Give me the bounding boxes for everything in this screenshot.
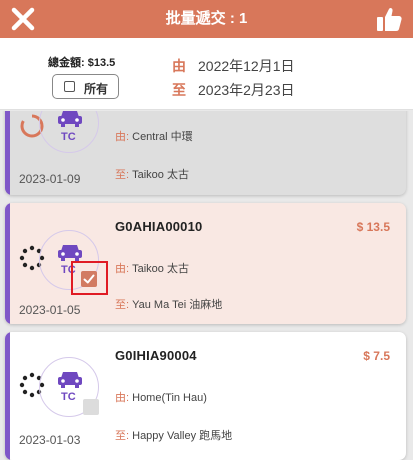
date-from-key: 由 [172,58,186,74]
taxi-icon [58,111,82,127]
taxi-icon [58,372,82,388]
summary-header: 總金額: $13.5 所有 由 2022年12月1日 至 2023年2月23日 [0,38,413,110]
from-key: 由: [115,263,130,275]
date-from: 由 2022年12月1日 [172,56,295,76]
from-line: 由: Home(Tin Hau) [115,389,207,405]
record-amount: $ 7.5 [363,349,390,363]
card-stripe [5,203,10,324]
to-key: 至: [115,430,130,442]
page-title: 批量遞交 : 1 [165,10,248,27]
from-line: 由: Taikoo 太古 [115,260,189,276]
badge-label: TC [61,131,76,143]
record-date: 2023-01-05 [19,303,81,317]
date-to: 至 2023年2月23日 [172,80,295,100]
to-line: 至: Taikoo 太古 [115,166,189,182]
date-from-value: 2022年12月1日 [198,58,295,74]
to-value: Yau Ma Tei 油麻地 [132,299,223,311]
select-all-label: 所有 [84,82,109,96]
from-key: 由: [115,392,130,404]
selection-highlight [71,261,108,295]
from-key: 由: [115,131,130,143]
record-card[interactable]: TC G0IHIA90004 $ 7.5 由: Home(Tin Hau) 至:… [5,332,406,460]
date-to-value: 2023年2月23日 [198,82,295,98]
selection-checkbox[interactable] [83,399,99,415]
top-bar: 批量遞交 : 1 [0,0,413,38]
card-stripe [5,111,10,195]
record-list: TC 由: Central 中環 至: Taikoo 太古 2023-01-09… [0,111,413,460]
from-value: Central 中環 [132,131,193,143]
record-card[interactable]: TC G0AHIA00010 $ 13.5 由: Taikoo 太古 至: Ya… [5,203,406,324]
to-value: Taikoo 太古 [132,169,189,181]
record-card[interactable]: TC 由: Central 中環 至: Taikoo 太古 2023-01-09 [5,111,406,195]
to-key: 至: [115,169,130,181]
to-line: 至: Yau Ma Tei 油麻地 [115,296,222,312]
to-value: Happy Valley 跑馬地 [132,430,233,442]
total-amount: 總金額: $13.5 [48,57,116,69]
record-reference: G0AHIA00010 [115,219,203,234]
taxi-icon [58,245,82,261]
record-date: 2023-01-03 [19,433,81,447]
card-stripe [5,332,10,460]
to-line: 至: Happy Valley 跑馬地 [115,427,232,443]
from-line: 由: Central 中環 [115,128,193,144]
badge-label: TC [61,391,76,403]
to-key: 至: [115,299,130,311]
record-amount: $ 13.5 [356,220,390,234]
record-reference: G0IHIA90004 [115,348,197,363]
date-to-key: 至 [172,82,186,98]
checkbox-icon [64,81,75,92]
from-value: Home(Tin Hau) [132,392,207,404]
select-all-button[interactable]: 所有 [52,74,119,99]
record-date: 2023-01-09 [19,172,81,186]
from-value: Taikoo 太古 [132,263,189,275]
thumbs-up-icon[interactable] [375,5,403,33]
